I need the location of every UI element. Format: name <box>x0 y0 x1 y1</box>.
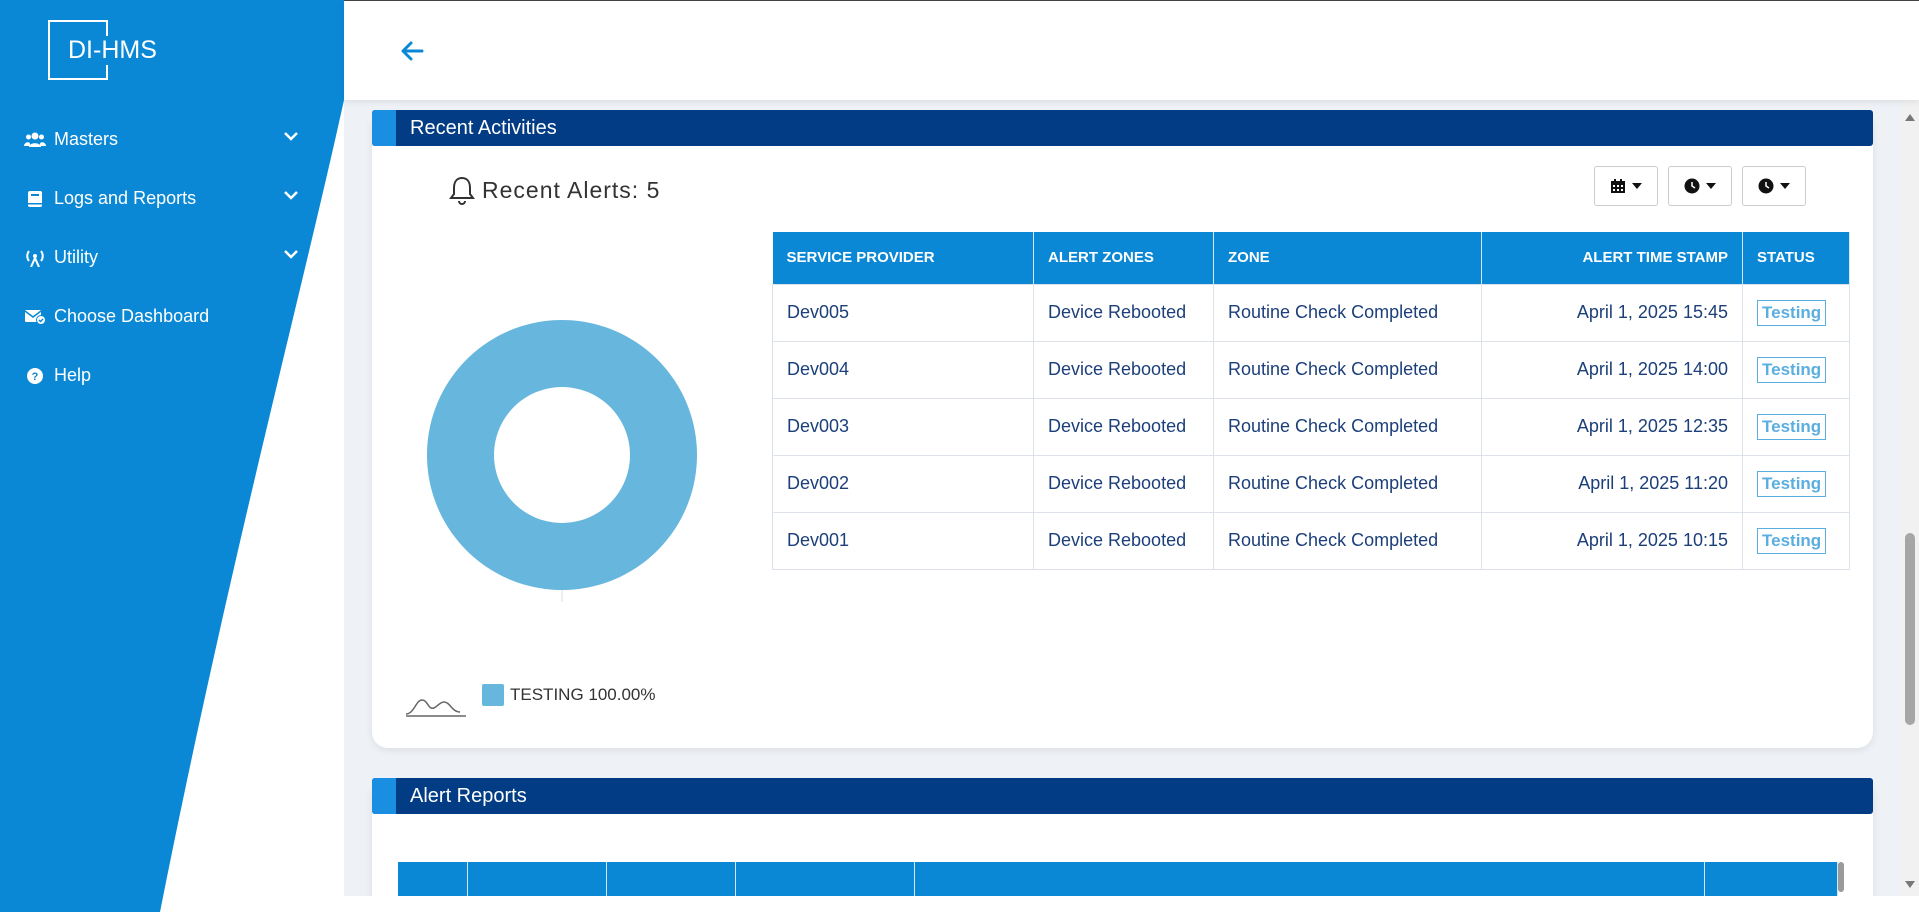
sidebar-item-label: Choose Dashboard <box>54 306 210 326</box>
caret-down-icon <box>1706 183 1716 189</box>
cell-timestamp: April 1, 2025 14:00 <box>1481 340 1743 399</box>
antenna-icon <box>24 247 46 269</box>
cell-status: Testing <box>1742 397 1850 456</box>
logo-text[interactable]: DI-HMS <box>66 36 159 65</box>
chart-legend: TESTING 100.00% <box>482 684 656 706</box>
cell-timestamp: April 1, 2025 11:20 <box>1481 454 1743 513</box>
sidebar-item-help[interactable]: ? Help <box>0 346 320 405</box>
status-badge: Testing <box>1757 470 1827 497</box>
sidebar-item-masters[interactable]: Masters <box>0 110 320 169</box>
arrow-left-icon[interactable] <box>396 35 428 67</box>
cell-service-provider: Dev002 <box>772 454 1034 513</box>
caret-down-icon <box>1632 183 1642 189</box>
cell-service-provider: Dev005 <box>772 283 1034 342</box>
column-header-status[interactable]: STATUS <box>1742 232 1850 284</box>
cell-alert-zone: Device Rebooted <box>1033 283 1214 342</box>
scroll-up-arrow[interactable] <box>1905 114 1915 121</box>
cell-status: Testing <box>1742 283 1850 342</box>
sidebar-item-label: Masters <box>54 129 119 149</box>
caret-down-icon <box>1780 183 1790 189</box>
svg-text:?: ? <box>32 371 39 383</box>
sidebar-item-label: Logs and Reports <box>54 188 197 208</box>
scroll-down-arrow[interactable] <box>1905 881 1915 888</box>
calendar-icon <box>1611 179 1625 193</box>
sidebar-item-utility[interactable]: Utility <box>0 228 320 287</box>
scrollbar-thumb[interactable] <box>1905 533 1915 725</box>
cell-timestamp: April 1, 2025 15:45 <box>1481 283 1743 342</box>
cell-service-provider: Dev003 <box>772 397 1034 456</box>
column-header-alert-zones[interactable]: ALERT ZONES <box>1033 232 1214 284</box>
table-row[interactable]: Dev003 Device Rebooted Routine Check Com… <box>772 397 1850 456</box>
cell-zone: Routine Check Completed <box>1213 397 1482 456</box>
column-header-zone[interactable]: ZONE <box>1213 232 1482 284</box>
main-content: Recent Alerts: 5 TESTING 100.00% SERVICE… <box>344 100 1901 908</box>
users-icon <box>24 129 46 151</box>
book-icon <box>24 188 46 210</box>
cell-zone: Routine Check Completed <box>1213 283 1482 342</box>
recent-alerts-table: SERVICE PROVIDER ALERT ZONES ZONE ALERT … <box>772 232 1850 570</box>
recent-alerts-label: Recent Alerts: 5 <box>482 176 661 203</box>
cell-service-provider: Dev004 <box>772 340 1034 399</box>
table-row[interactable]: Dev005 Device Rebooted Routine Check Com… <box>772 283 1850 342</box>
column-header-alert-time-stamp[interactable]: ALERT TIME STAMP <box>1481 232 1743 284</box>
recent-activities-panel: Recent Alerts: 5 TESTING 100.00% SERVICE… <box>372 120 1873 748</box>
cell-status: Testing <box>1742 340 1850 399</box>
chevron-down-icon <box>284 191 298 200</box>
cell-service-provider: Dev001 <box>772 511 1034 570</box>
start-time-button[interactable] <box>1668 166 1732 206</box>
cell-zone: Routine Check Completed <box>1213 511 1482 570</box>
chevron-down-icon <box>284 250 298 259</box>
legend-swatch <box>482 684 504 706</box>
bell-icon <box>449 176 475 205</box>
sidebar-item-label: Help <box>54 365 92 385</box>
alerts-donut-chart <box>426 320 697 602</box>
recent-activities-header: Recent Activities <box>372 110 1873 146</box>
cell-status: Testing <box>1742 454 1850 513</box>
header-accent <box>372 778 396 814</box>
page-scrollbar[interactable] <box>1901 100 1919 896</box>
status-badge: Testing <box>1757 527 1827 554</box>
alert-reports-title: Alert Reports <box>410 785 527 807</box>
cell-timestamp: April 1, 2025 10:15 <box>1481 511 1743 570</box>
alert-reports-header: Alert Reports <box>372 778 1873 814</box>
cell-status: Testing <box>1742 511 1850 570</box>
cell-timestamp: April 1, 2025 12:35 <box>1481 397 1743 456</box>
recent-activities-title: Recent Activities <box>410 117 557 139</box>
sidebar-nav: Masters Logs and Reports Utility Choose … <box>0 110 320 405</box>
clock-icon <box>1684 178 1700 194</box>
legend-label: TESTING 100.00% <box>510 685 656 704</box>
status-badge: Testing <box>1757 299 1827 326</box>
table-row[interactable]: Dev002 Device Rebooted Routine Check Com… <box>772 454 1850 513</box>
donut-slice-testing[interactable] <box>426 320 697 590</box>
cell-alert-zone: Device Rebooted <box>1033 397 1214 456</box>
column-header-service-provider[interactable]: SERVICE PROVIDER <box>772 232 1034 284</box>
recent-alerts-heading: Recent Alerts: 5 <box>448 175 660 205</box>
cell-alert-zone: Device Rebooted <box>1033 454 1214 513</box>
cell-zone: Routine Check Completed <box>1213 454 1482 513</box>
table-row[interactable]: Dev001 Device Rebooted Routine Check Com… <box>772 511 1850 570</box>
header-accent <box>372 110 396 146</box>
cell-zone: Routine Check Completed <box>1213 340 1482 399</box>
envelope-check-icon <box>24 306 46 328</box>
sidebar-item-choose-dashboard[interactable]: Choose Dashboard <box>0 287 320 346</box>
end-time-button[interactable] <box>1742 166 1806 206</box>
sidebar-item-logs-reports[interactable]: Logs and Reports <box>0 169 320 228</box>
status-badge: Testing <box>1757 356 1827 383</box>
bottom-strip <box>344 896 1901 912</box>
question-circle-icon: ? <box>24 365 46 387</box>
wave-chart-icon <box>405 699 466 717</box>
clock-icon <box>1758 178 1774 194</box>
date-filter-button[interactable] <box>1594 166 1658 206</box>
top-bar <box>344 0 1919 100</box>
sidebar: DI-HMS Masters Logs and Reports Utility <box>0 0 344 912</box>
chevron-down-icon <box>284 132 298 141</box>
cell-alert-zone: Device Rebooted <box>1033 340 1214 399</box>
status-badge: Testing <box>1757 413 1827 440</box>
sidebar-item-label: Utility <box>54 247 98 267</box>
table-header-row: SERVICE PROVIDER ALERT ZONES ZONE ALERT … <box>772 232 1850 284</box>
table-row[interactable]: Dev004 Device Rebooted Routine Check Com… <box>772 340 1850 399</box>
cell-alert-zone: Device Rebooted <box>1033 511 1214 570</box>
inner-scrollbar-thumb[interactable] <box>1838 862 1844 892</box>
